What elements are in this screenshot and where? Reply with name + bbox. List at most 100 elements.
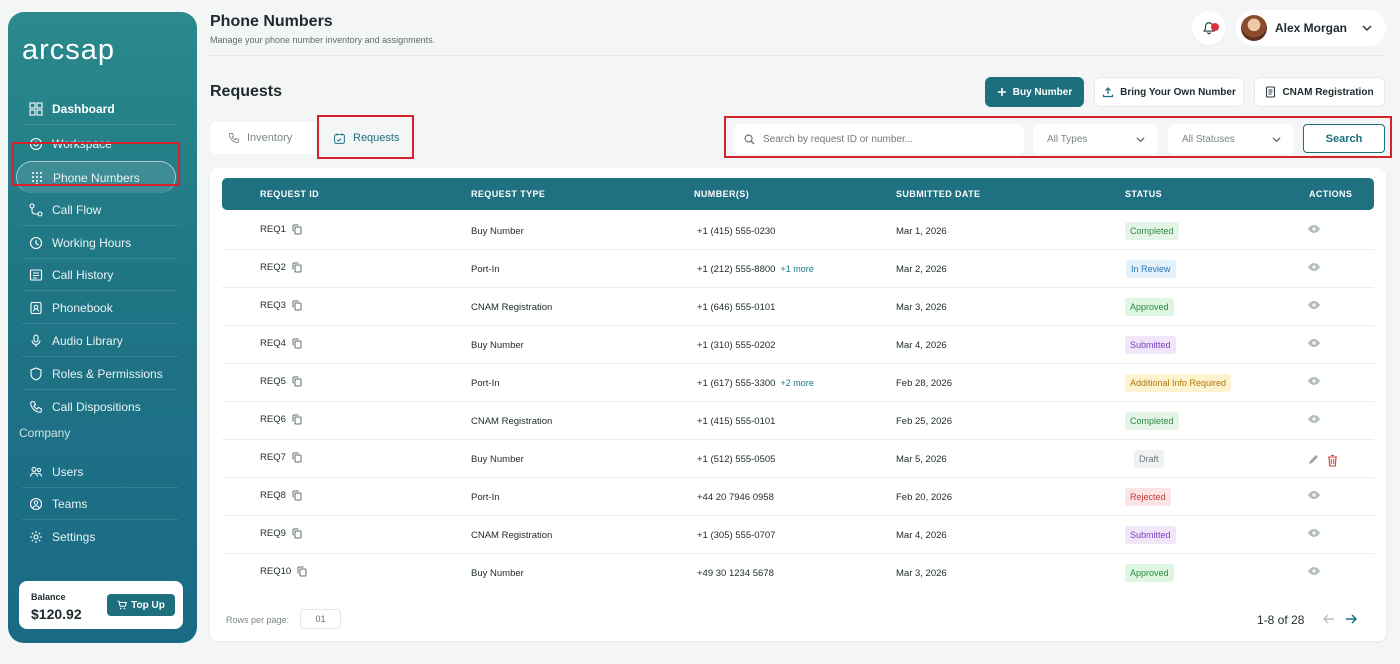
request-id-cell: REQ3 [260, 300, 302, 311]
view-icon[interactable] [1307, 300, 1321, 310]
chevron-down-icon [1362, 25, 1372, 32]
sidebar-item-users[interactable]: Users [22, 456, 178, 488]
header-divider [210, 55, 1386, 56]
bring-your-own-number-button[interactable]: Bring Your Own Number [1094, 77, 1244, 107]
sidebar-item-dashboard[interactable]: Dashboard [22, 93, 178, 125]
row-actions [1307, 262, 1321, 275]
tab-inventory[interactable]: Inventory [210, 122, 316, 154]
request-type-cell: Buy Number [471, 226, 524, 237]
submitted-date-cell: Mar 3, 2026 [896, 302, 947, 313]
sidebar-item-call-history[interactable]: Call History [22, 259, 178, 291]
view-icon[interactable] [1307, 490, 1321, 500]
request-id-cell: REQ4 [260, 338, 302, 349]
edit-icon[interactable] [1307, 454, 1319, 466]
copy-icon[interactable] [292, 376, 302, 387]
contacts-icon [28, 300, 44, 316]
request-type-cell: Port-In [471, 378, 500, 389]
avatar [1241, 15, 1267, 41]
top-up-button[interactable]: Top Up [107, 594, 175, 616]
copy-icon[interactable] [292, 490, 302, 501]
request-id: REQ8 [260, 490, 286, 501]
copy-icon[interactable] [292, 452, 302, 463]
submitted-date-cell: Mar 1, 2026 [896, 226, 947, 237]
sidebar-item-teams[interactable]: Teams [22, 488, 178, 520]
view-icon[interactable] [1307, 528, 1321, 538]
buy-number-label: Buy Number [1012, 86, 1073, 98]
table-row: REQ7 Buy Number +1 (512) 555-0505 Mar 5, 20… [222, 440, 1374, 478]
number-cell: +1 (310) 555-0202 [697, 340, 775, 351]
view-icon[interactable] [1307, 224, 1321, 234]
number-cell: +1 (617) 555-3300 +2 more [697, 378, 814, 389]
user-menu[interactable]: Alex Morgan [1236, 10, 1386, 46]
view-icon[interactable] [1307, 414, 1321, 424]
request-type-cell: Port-In [471, 264, 500, 275]
next-page-icon[interactable] [1344, 612, 1358, 626]
request-type-cell: CNAM Registration [471, 302, 553, 313]
request-id: REQ5 [260, 376, 286, 387]
number-cell: +1 (305) 555-0707 [697, 530, 775, 541]
sidebar-item-phonebook[interactable]: Phonebook [22, 292, 178, 324]
copy-icon[interactable] [297, 566, 307, 577]
cnam-registration-button[interactable]: CNAM Registration [1254, 77, 1385, 107]
request-id-cell: REQ5 [260, 376, 302, 387]
delete-icon[interactable] [1327, 454, 1338, 467]
buy-number-button[interactable]: Buy Number [985, 77, 1084, 107]
sidebar-item-call-dispositions[interactable]: Call Dispositions [22, 391, 178, 423]
submitted-date-cell: Mar 4, 2026 [896, 530, 947, 541]
balance-value: $120.92 [31, 606, 82, 622]
prev-page-icon[interactable] [1322, 612, 1336, 626]
request-id: REQ10 [260, 566, 292, 577]
cart-icon [117, 600, 128, 610]
copy-icon[interactable] [292, 338, 302, 349]
copy-icon[interactable] [292, 262, 302, 273]
top-up-label: Top Up [131, 599, 165, 611]
view-icon[interactable] [1307, 566, 1321, 576]
row-actions [1307, 490, 1321, 503]
sidebar-item-call-flow[interactable]: Call Flow [22, 194, 178, 226]
col-submitted-date: SUBMITTED DATE [896, 189, 981, 199]
copy-icon[interactable] [292, 528, 302, 539]
number-cell: +1 (512) 555-0505 [697, 454, 775, 465]
more-numbers-link[interactable]: +2 more [780, 378, 813, 388]
user-name: Alex Morgan [1275, 21, 1348, 35]
request-id: REQ4 [260, 338, 286, 349]
col-request-type: REQUEST TYPE [471, 189, 546, 199]
table-row: REQ5 Port-In +1 (617) 555-3300 +2 more Feb 2… [222, 364, 1374, 402]
view-icon[interactable] [1307, 262, 1321, 272]
copy-icon[interactable] [292, 300, 302, 311]
number-value: +1 (646) 555-0101 [697, 302, 776, 313]
sidebar-item-audio-library[interactable]: Audio Library [22, 325, 178, 357]
page-subtitle: Manage your phone number inventory and a… [210, 35, 436, 45]
copy-icon[interactable] [292, 414, 302, 425]
sidebar-item-label: Call Dispositions [52, 400, 141, 414]
number-value: +1 (512) 555-0505 [697, 454, 776, 465]
row-actions [1307, 566, 1321, 579]
request-type-cell: CNAM Registration [471, 530, 553, 541]
row-actions [1307, 452, 1338, 467]
number-cell: +1 (415) 555-0230 [697, 226, 775, 237]
flow-icon [28, 202, 44, 218]
more-numbers-link[interactable]: +1 more [780, 264, 813, 274]
number-value: +1 (212) 555-8800 [697, 264, 776, 275]
row-actions [1307, 376, 1321, 389]
request-id-cell: REQ9 [260, 528, 302, 539]
row-actions [1307, 338, 1321, 351]
mic-icon [28, 333, 44, 349]
status-badge: Additional Info Required [1125, 374, 1232, 392]
sidebar-item-label: Users [52, 464, 84, 479]
request-id: REQ1 [260, 224, 286, 235]
sidebar-item-roles-permissions[interactable]: Roles & Permissions [22, 358, 178, 390]
sidebar-item-settings[interactable]: Settings [22, 521, 178, 553]
sidebar-item-label: Call Flow [52, 202, 102, 217]
history-icon [28, 267, 44, 283]
col-status: STATUS [1125, 189, 1163, 199]
table-header: REQUEST ID REQUEST TYPE NUMBER(S) SUBMIT… [222, 178, 1374, 210]
requests-table-card: REQUEST ID REQUEST TYPE NUMBER(S) SUBMIT… [210, 168, 1386, 641]
view-icon[interactable] [1307, 338, 1321, 348]
view-icon[interactable] [1307, 376, 1321, 386]
highlight-phone-numbers [12, 142, 180, 186]
notifications-button[interactable] [1192, 11, 1226, 45]
copy-icon[interactable] [292, 224, 302, 235]
rows-per-page-select[interactable]: 01 [300, 609, 341, 629]
sidebar-item-working-hours[interactable]: Working Hours [22, 227, 178, 259]
